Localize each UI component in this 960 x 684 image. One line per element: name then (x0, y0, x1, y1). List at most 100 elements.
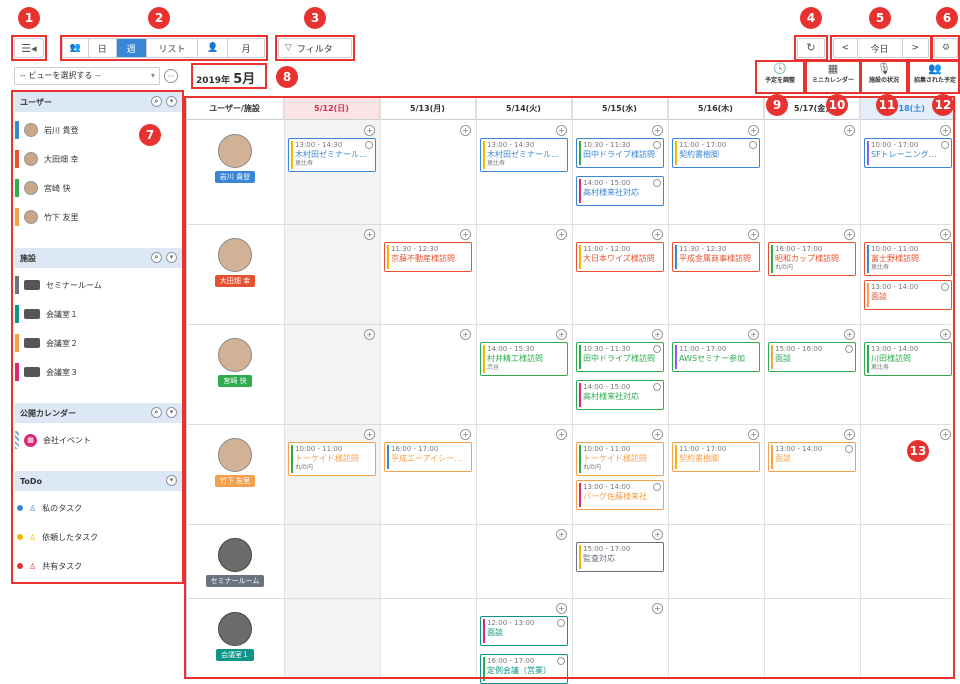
add-event-icon[interactable]: + (940, 329, 951, 340)
event-card[interactable]: 13:00 - 14:00 面談 (864, 280, 952, 310)
event-card[interactable]: 14:00 - 15:00 高村様来社対応 (576, 380, 664, 410)
event-card[interactable]: 13:00 - 14:00 川田様訪問 恵比寿 (864, 342, 952, 376)
add-event-icon[interactable]: + (652, 603, 663, 614)
event-card[interactable]: 10:00 - 11:00 トーケイド様訪問 丸の内 (576, 442, 664, 476)
add-event-icon[interactable]: + (364, 229, 375, 240)
sidebar-item-user[interactable]: 竹下 友里 (15, 206, 182, 228)
action-facility-button[interactable]: 🎙 施設の状況 (862, 62, 906, 92)
chevron-down-icon[interactable]: ▾ (166, 475, 177, 486)
grid-row-owner[interactable]: 岩川 貴登 (186, 134, 284, 183)
event-card[interactable]: 11:00 - 12:00 大日本ワイズ様訪問 (576, 242, 664, 272)
sidebar-item-todo[interactable]: ♙ 私のタスク (15, 497, 182, 519)
chevron-down-icon[interactable]: ▾ (166, 407, 177, 418)
event-card[interactable]: 11:30 - 12:30 京藤不動産様訪問 (384, 242, 472, 272)
event-card[interactable]: 13:00 - 14:00 面談 (768, 442, 856, 472)
view-select[interactable]: -- ビューを選択する -- ▾ (14, 67, 160, 85)
add-event-icon[interactable]: + (748, 229, 759, 240)
search-icon[interactable]: ⌕ (151, 96, 162, 107)
add-event-icon[interactable]: + (748, 429, 759, 440)
group-view-icon[interactable]: 👥 (63, 39, 89, 57)
event-card[interactable]: 15:00 - 16:00 面談 (768, 342, 856, 372)
sidebar-item-facility[interactable]: 会議室１ (15, 303, 182, 325)
event-card[interactable]: 10:00 - 11:00 トーケイド様訪問 丸の内 (288, 442, 376, 476)
add-event-icon[interactable]: + (748, 329, 759, 340)
event-card[interactable]: 14:00 - 15:30 村井精工様訪問 渋谷 (480, 342, 568, 376)
chevron-down-icon[interactable]: ▾ (166, 96, 177, 107)
add-event-icon[interactable]: + (652, 229, 663, 240)
sidebar-item-todo[interactable]: ♙ 共有タスク (15, 555, 182, 577)
day-header[interactable]: 5/16(木) (668, 98, 764, 120)
event-card[interactable]: 13:00 - 14:30 木村田ゼミナール… 恵比寿 (288, 138, 376, 172)
event-card[interactable]: 13:00 - 14:30 木村田ゼミナール… 恵比寿 (480, 138, 568, 172)
event-card[interactable]: 11:00 - 17:00 契約書樹脚 (672, 442, 760, 472)
event-card[interactable]: 11:00 - 17:00 AWSセミナー参加 (672, 342, 760, 372)
grid-row-owner[interactable]: 宮崎 快 (186, 338, 284, 387)
sidebar-item-facility[interactable]: セミナールーム (15, 274, 182, 296)
grid-row-owner[interactable]: 竹下 友里 (186, 438, 284, 487)
sidebar-item-facility[interactable]: 会議室２ (15, 332, 182, 354)
day-header[interactable]: 5/12(日) (284, 98, 380, 120)
add-event-icon[interactable]: + (460, 125, 471, 136)
event-card[interactable]: 13:00 - 14:00 バーグ佐藤様来社 (576, 480, 664, 510)
add-event-icon[interactable]: + (940, 429, 951, 440)
day-header[interactable]: 5/14(火) (476, 98, 572, 120)
add-event-icon[interactable]: + (652, 125, 663, 136)
add-event-icon[interactable]: + (748, 125, 759, 136)
sidebar-toggle-button[interactable]: ☰◂ (14, 38, 44, 58)
grid-row-owner[interactable]: セミナールーム (186, 538, 284, 587)
add-event-icon[interactable]: + (364, 329, 375, 340)
sidebar-item-user[interactable]: 宮崎 快 (15, 177, 182, 199)
day-header[interactable]: 5/15(水) (572, 98, 668, 120)
event-card[interactable]: 14:00 - 15:00 高村様来社対応 (576, 176, 664, 206)
sidebar-item-facility[interactable]: 会議室３ (15, 361, 182, 383)
today-button[interactable]: 今日 (858, 39, 903, 57)
event-card[interactable]: 10:30 - 11:30 田中ドライブ様訪問 (576, 342, 664, 372)
add-event-icon[interactable]: + (460, 229, 471, 240)
add-event-icon[interactable]: + (460, 429, 471, 440)
add-event-icon[interactable]: + (844, 429, 855, 440)
view-month-button[interactable]: 月 (228, 39, 264, 57)
add-event-icon[interactable]: + (364, 429, 375, 440)
prev-button[interactable]: < (834, 39, 858, 57)
add-event-icon[interactable]: + (652, 329, 663, 340)
action-adjust-button[interactable]: 🕓 予定を調整 (757, 62, 803, 92)
event-card[interactable]: 12:00 - 13:00 面談 (480, 616, 568, 646)
settings-button[interactable]: ⚙ (934, 38, 958, 58)
add-event-icon[interactable]: + (556, 125, 567, 136)
person-view-icon[interactable]: 👤 (198, 39, 229, 57)
grid-row-owner[interactable]: 会議室１ (186, 612, 284, 661)
add-event-icon[interactable]: + (940, 229, 951, 240)
event-card[interactable]: 10:00 - 17:00 SFトレーニング… (864, 138, 952, 168)
add-event-icon[interactable]: + (844, 125, 855, 136)
event-card[interactable]: 11:00 - 17:00 契約書樹脚 (672, 138, 760, 168)
refresh-button[interactable]: ↻ (797, 38, 825, 58)
event-card[interactable]: 16:00 - 17:00 昭和カップ様訪問 丸の内 (768, 242, 856, 276)
next-button[interactable]: > (903, 39, 928, 57)
action-invited-button[interactable]: 👥 招集された予定 (910, 62, 960, 92)
add-event-icon[interactable]: + (364, 125, 375, 136)
sidebar-item-user[interactable]: 大田畑 幸 (15, 148, 182, 170)
add-event-icon[interactable]: + (556, 603, 567, 614)
filter-button[interactable]: ▽ フィルタ (278, 38, 352, 58)
more-options-icon[interactable]: ⋯ (164, 69, 178, 83)
sidebar-item-company-event[interactable]: ▦ 会社イベント (15, 429, 182, 451)
event-card[interactable]: 11:30 - 12:30 平成金属商事様訪問 (672, 242, 760, 272)
chevron-down-icon[interactable]: ▾ (166, 252, 177, 263)
search-icon[interactable]: ⌕ (151, 252, 162, 263)
add-event-icon[interactable]: + (556, 229, 567, 240)
add-event-icon[interactable]: + (844, 329, 855, 340)
view-list-button[interactable]: リスト (147, 39, 199, 57)
event-card[interactable]: 16:00 - 17:00 定例会議（営業） (480, 654, 568, 684)
event-card[interactable]: 15:00 - 17:00 監査対応 (576, 542, 664, 572)
add-event-icon[interactable]: + (940, 125, 951, 136)
event-card[interactable]: 10:30 - 11:30 田中ドライブ様訪問 (576, 138, 664, 168)
sidebar-item-todo[interactable]: ♙ 依頼したタスク (15, 526, 182, 548)
event-card[interactable]: 16:00 - 17:00 平成エーアイシー… (384, 442, 472, 472)
add-event-icon[interactable]: + (556, 429, 567, 440)
action-minical-button[interactable]: ▦ ミニカレンダー (807, 62, 859, 92)
add-event-icon[interactable]: + (844, 229, 855, 240)
search-icon[interactable]: ⌕ (151, 407, 162, 418)
view-day-button[interactable]: 日 (89, 39, 117, 57)
grid-row-owner[interactable]: 大田畑 幸 (186, 238, 284, 287)
add-event-icon[interactable]: + (556, 529, 567, 540)
